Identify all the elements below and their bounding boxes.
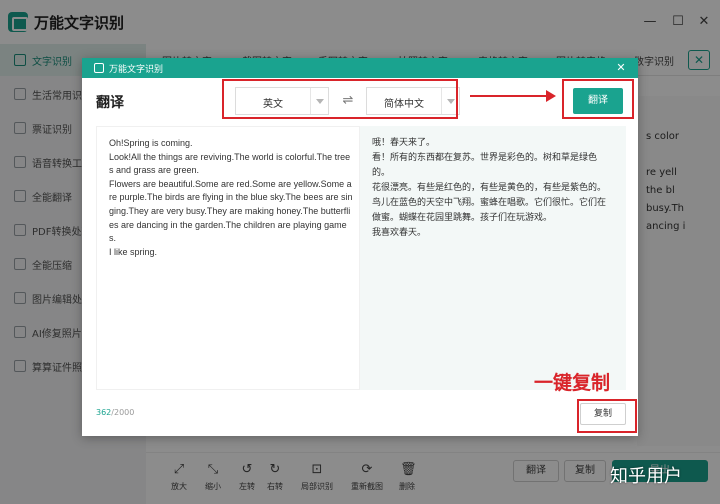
translated-text-area[interactable]: 哦！春天来了。 看！所有的东西都在复苏。世界是彩色的。树和草是绿色的。 花很漂亮…: [360, 126, 626, 390]
app-logo-icon: [94, 63, 104, 73]
copy-highlight-box: [577, 399, 637, 433]
dialog-header: 万能文字识别 ✕: [82, 58, 638, 78]
char-count: 362/2000: [96, 408, 134, 417]
watermark: 知乎用户: [610, 466, 682, 487]
arrow-head-icon: [546, 90, 556, 102]
source-text: Oh!Spring is coming. Look!All the things…: [109, 138, 353, 257]
language-highlight-box: [222, 79, 458, 119]
translate-highlight-box: [562, 79, 634, 119]
dialog-close-button[interactable]: ✕: [614, 60, 628, 76]
translated-text: 哦！春天来了。 看！所有的东西都在复苏。世界是彩色的。树和草是绿色的。 花很漂亮…: [372, 138, 607, 238]
char-count-current: 362: [96, 408, 112, 417]
dialog-heading: 翻译: [96, 95, 124, 111]
char-count-max: /2000: [111, 408, 135, 417]
red-arrow-icon: [470, 95, 548, 97]
dialog-title: 万能文字识别: [109, 65, 164, 75]
source-text-area[interactable]: Oh!Spring is coming. Look!All the things…: [96, 126, 360, 390]
one-click-copy-annotation: 一键复制: [534, 372, 611, 394]
